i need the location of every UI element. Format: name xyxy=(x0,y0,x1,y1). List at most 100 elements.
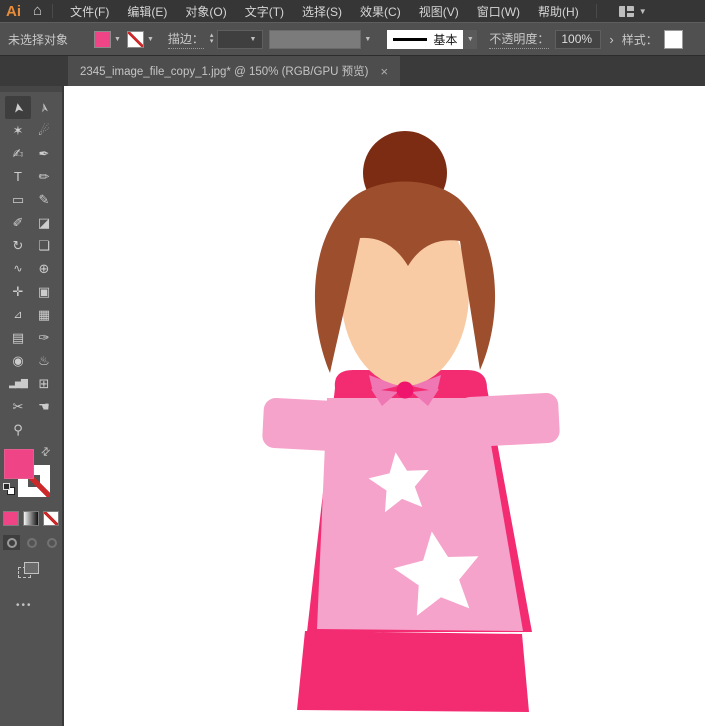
perspective-grid-icon: ⊿ xyxy=(13,308,22,321)
shape-builder-icon: ▣ xyxy=(38,284,50,300)
type-tool[interactable]: T xyxy=(5,165,31,188)
menu-item-4[interactable]: 选择(S) xyxy=(293,3,351,20)
shape-builder-tool[interactable]: ▣ xyxy=(31,280,57,303)
type-icon: T xyxy=(14,169,22,184)
stroke-weight-stepper[interactable]: ▴ ▾ xyxy=(210,33,214,45)
shaper-tool[interactable]: ✐ xyxy=(5,211,31,234)
stroke-color-swatch[interactable] xyxy=(127,31,144,48)
width-profile-dropdown[interactable] xyxy=(269,30,361,49)
scale-tool[interactable]: ❏ xyxy=(31,234,57,257)
document-title: 2345_image_file_copy_1.jpg* @ 150% (RGB/… xyxy=(80,63,368,79)
stroke-weight-chevron-icon[interactable]: ▼ xyxy=(246,36,262,43)
draw-inside-button[interactable] xyxy=(43,535,60,550)
document-tab[interactable]: 2345_image_file_copy_1.jpg* @ 150% (RGB/… xyxy=(68,56,400,86)
none-mode-button[interactable] xyxy=(43,511,59,526)
brush-chevron-box[interactable]: ▼ xyxy=(463,30,477,49)
pen-tool[interactable]: ✒ xyxy=(31,142,57,165)
width-tool[interactable]: ∿ xyxy=(5,257,31,280)
fill-color-swatch[interactable] xyxy=(94,31,111,48)
change-screen-mode-button[interactable] xyxy=(18,562,40,580)
pen-icon: ✒ xyxy=(39,146,50,162)
chevron-down-icon: ▼ xyxy=(639,7,647,16)
hand-icon: ☚ xyxy=(38,399,50,415)
puppet-warp-tool[interactable]: ✛ xyxy=(5,280,31,303)
puppet-warp-icon: ✛ xyxy=(13,284,24,300)
menu-item-3[interactable]: 文字(T) xyxy=(236,3,293,20)
column-graph-tool[interactable]: ▂▅▇ xyxy=(5,372,31,395)
blend-tool[interactable]: ◉ xyxy=(5,349,31,372)
hand-tool[interactable]: ☚ xyxy=(31,395,57,418)
fill-indicator[interactable] xyxy=(4,449,34,479)
tools-panel: ➤ ➢ ✶ ☄ ✍ ✒ T ✏▭ ✎ ✐◪↻ ❏ ∿⊕ ✛ ▣ ⊿ ▦ ▤ ✑ ◉ ♨▂▅▇⊞✂ ☚ ⚲ ⇄ xyxy=(0,86,64,726)
perspective-grid-tool[interactable]: ⊿ xyxy=(5,303,31,326)
selection-status: 未选择对象 xyxy=(8,31,94,48)
home-icon[interactable]: ⌂ xyxy=(29,2,52,21)
width-profile-chevron-icon[interactable]: ▼ xyxy=(361,36,377,43)
curvature-icon: ✍ xyxy=(13,146,24,162)
free-transform-tool[interactable]: ⊕ xyxy=(31,257,57,280)
pencil-tool[interactable]: ✏ xyxy=(31,165,57,188)
menu-item-1[interactable]: 编辑(E) xyxy=(118,3,176,20)
paintbrush-tool[interactable]: ✎ xyxy=(31,188,57,211)
symbol-sprayer-tool[interactable]: ♨ xyxy=(31,349,57,372)
brush-definition-dropdown[interactable]: 基本 xyxy=(387,30,463,49)
menu-separator-2 xyxy=(596,4,597,18)
eyedropper-tool[interactable]: ✑ xyxy=(31,326,57,349)
artboard-canvas[interactable] xyxy=(64,86,705,726)
gradient-mode-button[interactable] xyxy=(23,511,39,526)
mesh-tool[interactable]: ▦ xyxy=(31,303,57,326)
eyedropper-icon: ✑ xyxy=(39,330,50,346)
drawing-modes-row xyxy=(3,535,62,550)
menu-item-7[interactable]: 窗口(W) xyxy=(468,3,529,20)
zoom-tool[interactable]: ⚲ xyxy=(5,418,31,441)
scale-icon: ❏ xyxy=(38,238,50,254)
graphic-style-swatch[interactable] xyxy=(664,30,683,49)
selection-tool[interactable]: ➤ xyxy=(5,96,31,119)
opacity-expand-icon[interactable]: › xyxy=(609,32,613,47)
swap-fill-stroke-icon[interactable]: ⇄ xyxy=(38,444,54,460)
menu-item-8[interactable]: 帮助(H) xyxy=(529,3,588,20)
artboard-tool[interactable]: ⊞ xyxy=(31,372,57,395)
workspace-icon xyxy=(619,6,634,17)
rotate-tool[interactable]: ↻ xyxy=(5,234,31,257)
magic-wand-icon: ✶ xyxy=(13,123,24,139)
mesh-icon: ▦ xyxy=(38,307,50,323)
paint-mode-row xyxy=(3,511,62,526)
lasso-icon: ☄ xyxy=(38,123,50,139)
draw-behind-button[interactable] xyxy=(23,535,40,550)
direct-selection-tool[interactable]: ➢ xyxy=(31,96,57,119)
edit-toolbar-button[interactable]: ••• xyxy=(16,600,62,611)
paintbrush-icon: ✎ xyxy=(39,192,50,208)
color-mode-button[interactable] xyxy=(3,511,19,526)
selection-icon: ➤ xyxy=(9,101,27,115)
menu-item-5[interactable]: 效果(C) xyxy=(351,3,410,20)
opacity-input[interactable]: 100% xyxy=(555,30,601,49)
eraser-tool[interactable]: ◪ xyxy=(31,211,57,234)
style-label: 样式： xyxy=(622,31,658,48)
fill-chevron-icon[interactable]: ▼ xyxy=(111,36,127,43)
default-stroke-black xyxy=(3,483,10,490)
brush-style-name: 基本 xyxy=(433,31,457,48)
gradient-tool[interactable]: ▤ xyxy=(5,326,31,349)
opacity-label[interactable]: 不透明度： xyxy=(489,30,549,49)
workspace-switcher[interactable]: ▼ xyxy=(619,6,647,17)
bow-knot xyxy=(397,382,414,399)
draw-normal-button[interactable] xyxy=(3,535,20,550)
brush-chevron-icon[interactable]: ▼ xyxy=(467,36,474,43)
stroke-weight-label[interactable]: 描边： xyxy=(168,30,204,49)
menu-items: 文件(F)编辑(E)对象(O)文字(T)选择(S)效果(C)视图(V)窗口(W)… xyxy=(61,3,588,20)
menu-item-0[interactable]: 文件(F) xyxy=(61,3,118,20)
blend-icon: ◉ xyxy=(12,353,23,369)
slice-tool[interactable]: ✂ xyxy=(5,395,31,418)
menu-item-2[interactable]: 对象(O) xyxy=(176,3,235,20)
menu-item-6[interactable]: 视图(V) xyxy=(410,3,468,20)
close-icon[interactable]: × xyxy=(380,64,388,79)
default-fill-stroke-icon[interactable] xyxy=(3,483,15,495)
rectangle-tool[interactable]: ▭ xyxy=(5,188,31,211)
magic-wand-tool[interactable]: ✶ xyxy=(5,119,31,142)
lasso-tool[interactable]: ☄ xyxy=(31,119,57,142)
stepper-down-icon[interactable]: ▾ xyxy=(210,39,214,45)
curvature-tool[interactable]: ✍ xyxy=(5,142,31,165)
stroke-chevron-icon[interactable]: ▼ xyxy=(144,36,160,43)
stroke-weight-dropdown[interactable]: ▼ xyxy=(217,30,263,49)
